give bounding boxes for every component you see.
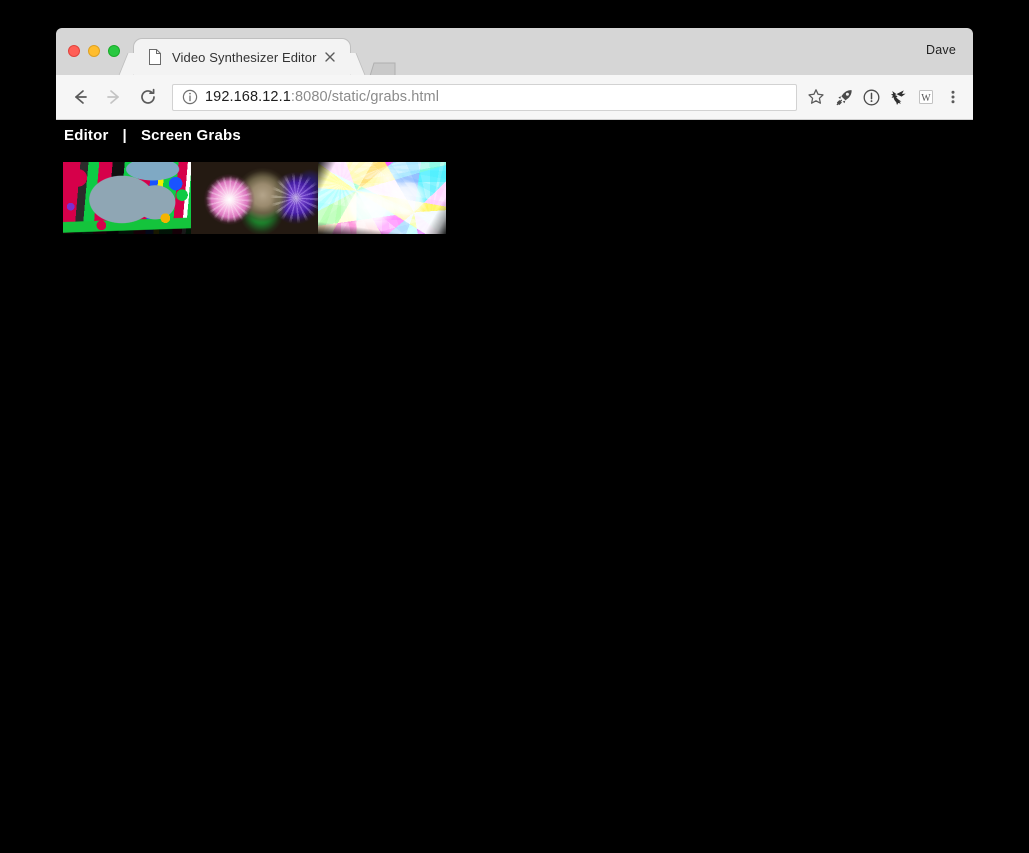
tab-strip: Video Synthesizer Editor Dave xyxy=(56,28,973,77)
screen-grab-gallery xyxy=(63,162,446,234)
profile-name[interactable]: Dave xyxy=(926,43,956,57)
minimize-window-button[interactable] xyxy=(88,45,100,57)
close-window-button[interactable] xyxy=(68,45,80,57)
url-path: :8080/static/grabs.html xyxy=(290,89,440,105)
screen-grab-thumbnail-2[interactable] xyxy=(191,162,319,234)
page-navigation: Editor | Screen Grabs xyxy=(64,127,241,144)
screen-grab-thumbnail-1[interactable] xyxy=(63,162,191,234)
url-text: 192.168.12.1:8080/static/grabs.html xyxy=(205,89,790,105)
browser-window: Video Synthesizer Editor Dave 192.168.12… xyxy=(56,28,973,853)
site-info-icon[interactable] xyxy=(182,89,198,105)
browser-toolbar: 192.168.12.1:8080/static/grabs.html W xyxy=(56,75,973,120)
close-tab-button[interactable] xyxy=(322,49,338,65)
maximize-window-button[interactable] xyxy=(108,45,120,57)
forward-button xyxy=(100,83,128,111)
wikipedia-extension-icon[interactable]: W xyxy=(912,83,939,111)
screen-grab-thumbnail-3[interactable] xyxy=(318,162,446,234)
address-bar[interactable]: 192.168.12.1:8080/static/grabs.html xyxy=(172,83,797,111)
star-icon[interactable] xyxy=(803,84,829,110)
nav-separator: | xyxy=(122,127,127,144)
desktop-background: Video Synthesizer Editor Dave 192.168.12… xyxy=(0,0,1029,853)
page-viewport: Editor | Screen Grabs xyxy=(56,120,973,853)
svg-text:W: W xyxy=(921,93,931,104)
bird-extension-icon[interactable] xyxy=(885,83,912,111)
back-button[interactable] xyxy=(66,83,94,111)
three-dot-menu-icon[interactable] xyxy=(939,83,967,111)
tab-title: Video Synthesizer Editor xyxy=(172,49,317,65)
nav-link-screen-grabs[interactable]: Screen Grabs xyxy=(141,127,241,144)
browser-tab[interactable]: Video Synthesizer Editor xyxy=(134,39,350,75)
url-host: 192.168.12.1 xyxy=(205,89,291,105)
rocket-extension-icon[interactable] xyxy=(831,83,858,111)
document-icon xyxy=(148,49,162,65)
window-controls xyxy=(68,45,120,57)
nav-link-editor[interactable]: Editor xyxy=(64,127,109,144)
reload-button[interactable] xyxy=(134,83,162,111)
info-extension-icon[interactable] xyxy=(858,83,885,111)
